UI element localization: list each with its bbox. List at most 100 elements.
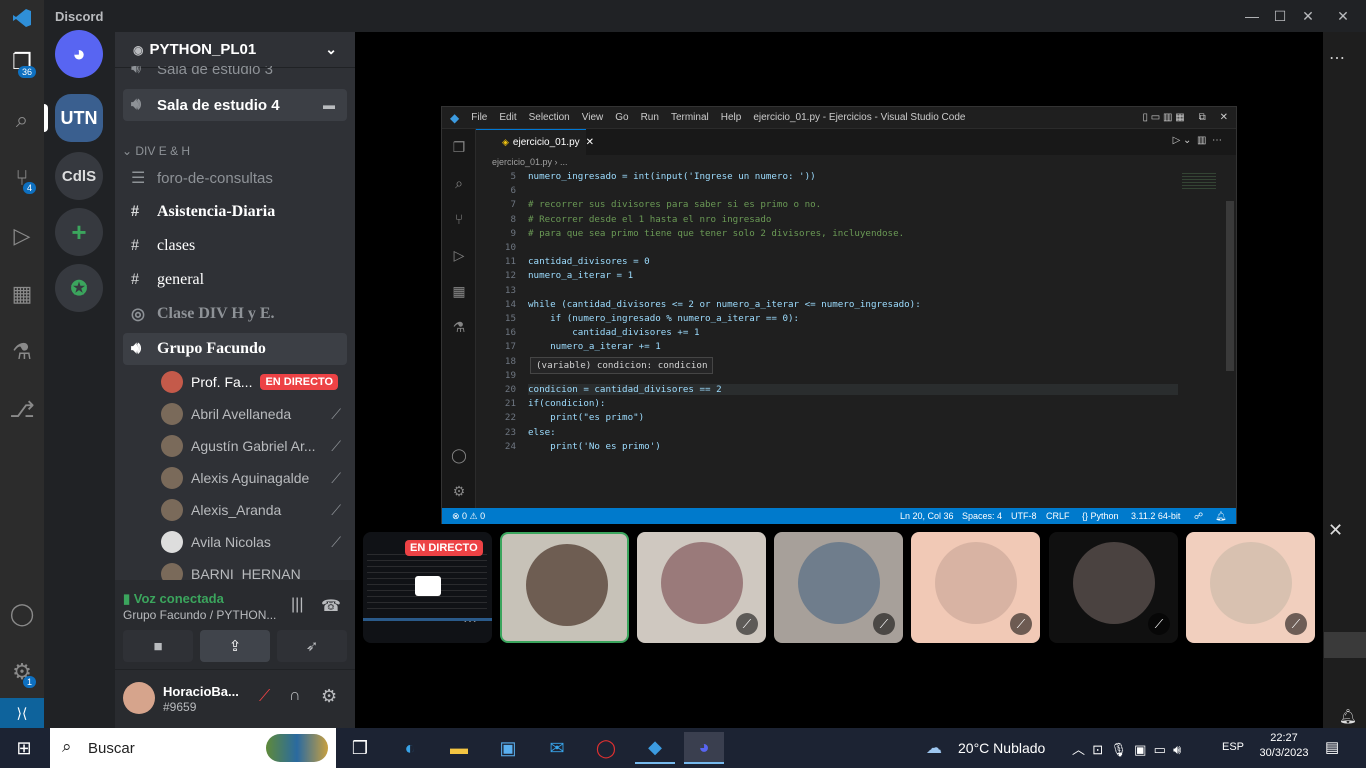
code-line[interactable]: else: <box>528 427 556 438</box>
chat-icon[interactable]: ▬ <box>323 98 335 112</box>
voice-user[interactable]: BARNI_HERNAN <box>161 559 347 580</box>
code-line[interactable]: if(condicion): <box>528 398 605 409</box>
source-control-icon[interactable]: ⑂ <box>450 211 468 229</box>
participant-tile[interactable]: ⟋ <box>637 532 766 643</box>
menu-file[interactable]: File <box>471 112 487 123</box>
run-debug-icon[interactable]: ▷ <box>450 247 468 265</box>
video-button[interactable]: ■ <box>123 630 193 662</box>
code-line[interactable]: numero_ingresado = int(input('Ingrese un… <box>528 171 816 182</box>
opera-icon[interactable]: ◯ <box>586 732 626 764</box>
notification-center-icon[interactable]: ▤ <box>1325 738 1339 756</box>
tab-ejercicio-01[interactable]: ◈ ejercicio_01.py ✕ <box>476 129 594 155</box>
code-line[interactable]: cantidad_divisores += 1 <box>528 327 699 338</box>
menu-help[interactable]: Help <box>721 112 742 123</box>
menu-view[interactable]: View <box>582 112 604 123</box>
file-explorer-icon[interactable]: ▬ <box>439 732 479 764</box>
explorer-icon[interactable]: ❐ <box>450 139 468 157</box>
close-tab-icon[interactable]: ✕ <box>586 137 594 148</box>
explorer-icon[interactable]: ❐ 36 <box>6 46 38 78</box>
editor-scrollbar[interactable] <box>1226 201 1234 371</box>
vscode-taskbar-icon[interactable]: ◆ <box>635 732 675 764</box>
status-language[interactable]: {} Python <box>1082 511 1119 521</box>
tray-icons[interactable]: ︿ ⊡ 🎙︎ ▣ ▭ 🔊︎ <box>1072 739 1181 758</box>
code-line[interactable]: print("es primo") <box>528 412 644 423</box>
mic-muted-icon[interactable]: ⟋ <box>259 688 270 706</box>
maximize-button[interactable]: ☐ <box>1266 0 1294 32</box>
headphones-icon[interactable]: ∩ <box>289 687 301 705</box>
feedback-icon[interactable]: ☍ <box>1194 511 1203 522</box>
close-button[interactable]: ✕ <box>1294 0 1322 32</box>
voice-user[interactable]: Prof. Fa... EN DIRECTO <box>161 367 347 397</box>
server-cdls[interactable]: CdlS <box>55 152 103 200</box>
bell-icon[interactable]: 🔔︎ <box>1215 511 1226 522</box>
extensions-icon[interactable]: ▦ <box>6 278 38 310</box>
stream-preview-tile[interactable]: EN DIRECTO ⋯ <box>363 532 492 643</box>
screen-share-button[interactable]: ⇪ <box>200 630 270 662</box>
server-header[interactable]: ◉ PYTHON_PL01 ⌄ <box>115 32 355 68</box>
voice-user[interactable]: Agustín Gabriel Ar... ⟋ <box>161 431 347 461</box>
start-windows-icon[interactable]: ⊞ <box>4 732 44 764</box>
participant-tile[interactable]: ⟋ <box>774 532 903 643</box>
channel-grupo-facundo[interactable]: 🔊︎ Grupo Facundo <box>123 333 347 365</box>
voice-user[interactable]: Avila Nicolas ⟋ <box>161 527 347 557</box>
code-line[interactable]: cantidad_divisores = 0 <box>528 256 650 267</box>
participant-tile[interactable]: ⟋ <box>911 532 1040 643</box>
participant-tile[interactable]: ⟋ <box>1186 532 1315 643</box>
breadcrumb[interactable]: ejercicio_01.py › ... <box>492 157 568 167</box>
channel-asistencia-diaria[interactable]: # Asistencia-Diaria <box>123 196 347 228</box>
testing-icon[interactable]: ⚗ <box>6 336 38 368</box>
menu-run[interactable]: Run <box>641 112 659 123</box>
discord-taskbar-icon[interactable]: ◕ <box>684 732 724 764</box>
channel-general[interactable]: # general <box>123 264 347 296</box>
code-line[interactable]: while (cantidad_divisores <= 2 or numero… <box>528 299 921 310</box>
weather-text[interactable]: 20°C Nublado <box>958 740 1045 756</box>
menu-edit[interactable]: Edit <box>499 112 516 123</box>
channel-clase-div-h-e[interactable]: ◎ Clase DIV H y E. <box>123 298 347 330</box>
voice-user[interactable]: Abril Avellaneda ⟋ <box>161 399 347 429</box>
minimize-button[interactable]: — <box>1238 0 1266 32</box>
channel-clases[interactable]: # clases <box>123 230 347 262</box>
avatar[interactable] <box>123 682 155 714</box>
minimap[interactable] <box>1182 173 1216 189</box>
noise-suppression-icon[interactable]: ||| <box>291 596 303 614</box>
code-line[interactable]: # Recorrer desde el 1 hasta el nro ingre… <box>528 214 771 225</box>
participant-tile[interactable] <box>500 532 629 643</box>
more-actions-icon[interactable]: ⋯ <box>1329 48 1345 68</box>
taskbar-search-input[interactable]: ⌕ Buscar <box>50 728 336 768</box>
activity-button[interactable]: ➶ <box>277 630 347 662</box>
disconnect-icon[interactable]: ☎ <box>321 596 341 616</box>
discord-home-icon[interactable]: ◕ <box>55 30 103 78</box>
chevron-down-icon[interactable]: ⌄ <box>325 41 337 58</box>
close-panel-icon[interactable]: ✕ <box>1328 520 1343 541</box>
status-interpreter[interactable]: 3.11.2 64-bit <box>1131 511 1180 521</box>
language-indicator[interactable]: ESP <box>1222 741 1244 753</box>
outer-close-icon[interactable]: ✕ <box>1329 0 1357 32</box>
manage-gear-icon[interactable]: ⚙ 1 <box>6 656 38 688</box>
git-graph-icon[interactable]: ⎇ <box>6 394 38 426</box>
participant-tile[interactable]: ⟋ <box>1049 532 1178 643</box>
notifications-bell-icon[interactable]: 🔔︎ <box>1339 708 1357 725</box>
menu-terminal[interactable]: Terminal <box>671 112 709 123</box>
code-line[interactable]: condicion = cantidad_divisores == 2 <box>528 384 1178 395</box>
editor-actions[interactable]: ▷ ⌄ ▥ ⋯ <box>1173 135 1222 146</box>
user-settings-gear-icon[interactable]: ⚙ <box>321 686 337 707</box>
run-debug-icon[interactable]: ▷ <box>6 220 38 252</box>
server-utn[interactable]: UTN <box>55 94 103 142</box>
code-line[interactable]: print('No es primo') <box>528 441 661 452</box>
voice-status[interactable]: ▮ Voz conectada <box>123 591 224 607</box>
status-problems[interactable]: ⊗ 0 ⚠ 0 <box>452 511 485 522</box>
voice-user[interactable]: Alexis_Aranda ⟋ <box>161 495 347 525</box>
code-line[interactable]: # recorrer sus divisores para saber si e… <box>528 199 821 210</box>
channel-sala-estudio-4[interactable]: 🔊︎ Sala de estudio 4 ▬ <box>123 89 347 121</box>
code-line[interactable]: if (numero_ingresado % numero_a_iterar =… <box>528 313 799 324</box>
code-line[interactable]: numero_a_iterar += 1 <box>528 341 661 352</box>
status-cursor-position[interactable]: Ln 20, Col 36 <box>900 511 954 521</box>
status-eol[interactable]: CRLF <box>1046 511 1070 521</box>
inner-window-controls[interactable]: ▯ ▭ ▥ ▦ ⧉ ✕ <box>1143 112 1229 123</box>
status-indentation[interactable]: Spaces: 4 <box>962 511 1002 521</box>
edge-icon[interactable]: ◐ <box>390 732 430 764</box>
mail-icon[interactable]: ✉ <box>537 732 577 764</box>
voice-user[interactable]: Alexis Aguinagalde ⟋ <box>161 463 347 493</box>
testing-icon[interactable]: ⚗ <box>450 319 468 337</box>
code-line[interactable]: numero_a_iterar = 1 <box>528 270 633 281</box>
